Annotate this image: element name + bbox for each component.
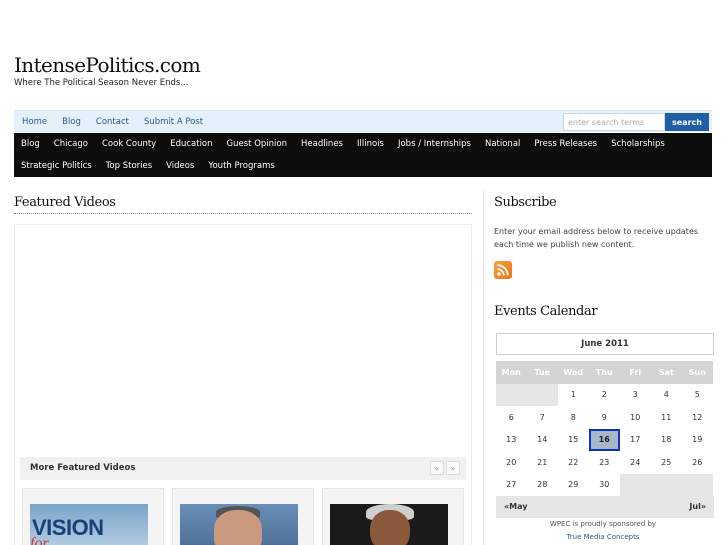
calendar-day[interactable]: 2 (589, 384, 620, 407)
calendar-day[interactable]: 9 (589, 406, 620, 429)
calendar-day[interactable]: 3 (620, 384, 651, 407)
calendar-day[interactable]: 29 (558, 474, 589, 497)
calendar-day[interactable]: 27 (496, 474, 527, 497)
video-thumbnail[interactable] (322, 488, 464, 545)
calendar-weekday: Mon (496, 361, 527, 384)
calendar-day[interactable]: 17 (620, 429, 651, 452)
calendar-day[interactable]: 20 (496, 451, 527, 474)
calendar-day[interactable]: 28 (527, 474, 558, 497)
top-nav-links: Home Blog Contact Submit A Post (22, 111, 218, 133)
site-tagline: Where The Political Season Never Ends... (14, 78, 189, 88)
calendar-grid: Mon Tue Wed Thu Fri Sat Sun 1 2 3 4 5 6 7 8 9 10 11 12 13 14… (496, 361, 714, 496)
nav-link-home[interactable]: Home (22, 117, 47, 127)
video-thumbnail[interactable]: VISION for (22, 488, 164, 545)
video-thumbnail-image (330, 504, 448, 545)
category-chicago[interactable]: Chicago (54, 139, 88, 149)
calendar-weekday: Fri (620, 361, 651, 384)
calendar-day[interactable]: 8 (558, 406, 589, 429)
calendar-weekday: Sat (651, 361, 682, 384)
calendar-empty-cell (496, 383, 527, 406)
search-button[interactable]: search (665, 113, 709, 131)
calendar-day[interactable]: 30 (589, 474, 620, 497)
calendar-empty-cell (651, 473, 682, 496)
category-youth-programs[interactable]: Youth Programs (208, 161, 274, 171)
category-scholarships[interactable]: Scholarships (611, 139, 665, 149)
more-featured-videos-label: More Featured Videos (30, 463, 136, 473)
site-title[interactable]: IntensePolitics.com (14, 53, 201, 77)
calendar-day[interactable]: 15 (558, 429, 589, 452)
category-illinois[interactable]: Illinois (357, 139, 384, 149)
calendar-day[interactable]: 26 (682, 451, 713, 474)
category-cook-county[interactable]: Cook County (102, 139, 156, 149)
sponsor-line: WPEC is proudly sponsored by (549, 520, 657, 528)
more-featured-videos-bar: More Featured Videos « » (20, 457, 466, 480)
calendar-day[interactable]: 24 (620, 451, 651, 474)
calendar-day[interactable]: 19 (682, 429, 713, 452)
category-navigation: Blog Chicago Cook County Education Guest… (14, 133, 712, 177)
calendar-day[interactable]: 18 (651, 429, 682, 452)
calendar-footer: «May Jul» (496, 496, 714, 518)
sponsor-link[interactable]: True Media Concepts (496, 531, 710, 544)
category-guest-opinion[interactable]: Guest Opinion (227, 139, 287, 149)
calendar-day[interactable]: 11 (651, 406, 682, 429)
calendar-day[interactable]: 23 (589, 451, 620, 474)
subscribe-title: Subscribe (494, 195, 557, 210)
sponsor-notice: WPEC is proudly sponsored by True Media … (496, 518, 710, 544)
calendar-day[interactable]: 25 (651, 451, 682, 474)
events-calendar-title: Events Calendar (494, 304, 598, 319)
video-thumbnail[interactable] (172, 488, 314, 545)
calendar-day[interactable]: 5 (682, 384, 713, 407)
calendar-day[interactable]: 12 (682, 406, 713, 429)
nav-link-blog[interactable]: Blog (62, 117, 81, 127)
calendar-empty-cell (682, 473, 713, 496)
category-row-1: Blog Chicago Cook County Education Guest… (21, 133, 679, 155)
calendar-weekday: Tue (527, 361, 558, 384)
nav-link-submit-post[interactable]: Submit A Post (144, 117, 203, 127)
category-strategic-politics[interactable]: Strategic Politics (21, 161, 92, 171)
search-input[interactable] (563, 113, 665, 131)
calendar-weekday: Sun (682, 361, 713, 384)
calendar-weekday: Wed (558, 361, 589, 384)
video-thumbnail-image (180, 504, 298, 545)
thumbnail-subcaption: for (30, 535, 49, 545)
top-navigation: Home Blog Contact Submit A Post search (14, 110, 712, 132)
calendar-empty-cell (620, 473, 651, 496)
calendar-weekday: Thu (589, 361, 620, 384)
calendar-next-month[interactable]: Jul» (689, 502, 706, 511)
calendar-day[interactable]: 21 (527, 451, 558, 474)
category-press-releases[interactable]: Press Releases (534, 139, 597, 149)
calendar-day[interactable]: 1 (558, 384, 589, 407)
featured-videos-title: Featured Videos (14, 195, 116, 210)
column-divider (483, 190, 484, 545)
calendar-empty-cell (527, 383, 558, 406)
category-national[interactable]: National (485, 139, 520, 149)
rss-icon[interactable] (494, 261, 512, 279)
calendar-day[interactable]: 7 (527, 406, 558, 429)
featured-divider (14, 213, 472, 214)
category-row-2: Strategic Politics Top Stories Videos Yo… (21, 155, 289, 177)
calendar-day[interactable]: 4 (651, 384, 682, 407)
category-top-stories[interactable]: Top Stories (106, 161, 153, 171)
calendar-day[interactable]: 6 (496, 406, 527, 429)
calendar-prev-month[interactable]: «May (504, 502, 528, 511)
calendar-day[interactable]: 10 (620, 406, 651, 429)
category-blog[interactable]: Blog (21, 139, 40, 149)
portrait-face (370, 510, 410, 545)
events-calendar: June 2011 Mon Tue Wed Thu Fri Sat Sun 1 2 3 4 5 6 7 8 9… (496, 333, 714, 518)
calendar-day[interactable]: 14 (527, 429, 558, 452)
calendar-today[interactable]: 16 (589, 428, 620, 451)
subscribe-description: Enter your email address below to receiv… (494, 227, 699, 249)
nav-link-contact[interactable]: Contact (96, 117, 129, 127)
carousel-prev-button[interactable]: « (430, 461, 444, 475)
video-thumbnail-image: VISION for (30, 504, 148, 545)
category-videos[interactable]: Videos (166, 161, 194, 171)
calendar-day[interactable]: 22 (558, 451, 589, 474)
category-education[interactable]: Education (170, 139, 212, 149)
portrait-face (214, 510, 262, 545)
category-jobs-internships[interactable]: Jobs / Internships (398, 139, 471, 149)
category-headlines[interactable]: Headlines (301, 139, 343, 149)
calendar-month-label: June 2011 (496, 333, 714, 355)
carousel-next-button[interactable]: » (446, 461, 460, 475)
calendar-day[interactable]: 13 (496, 429, 527, 452)
